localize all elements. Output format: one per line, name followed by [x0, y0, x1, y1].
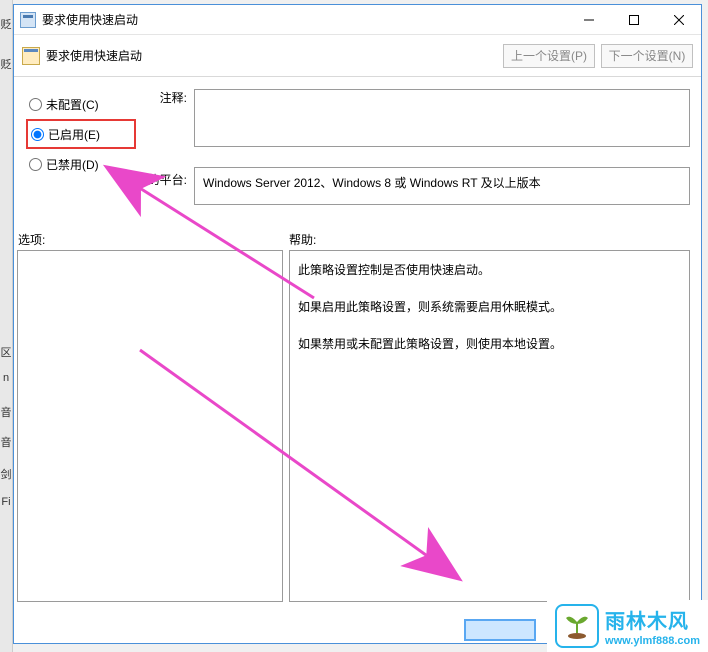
radio-not-configured[interactable]: 未配置(C) — [26, 89, 136, 119]
maximize-button[interactable] — [611, 5, 656, 34]
help-line: 此策略设置控制是否使用快速启动。 — [298, 261, 681, 280]
radio-enabled-input[interactable] — [31, 128, 44, 141]
radio-disabled[interactable]: 已禁用(D) — [26, 149, 136, 179]
platform-textbox: Windows Server 2012、Windows 8 或 Windows … — [194, 167, 690, 205]
help-line: 如果禁用或未配置此策略设置，则使用本地设置。 — [298, 335, 681, 354]
help-label: 帮助: — [289, 231, 316, 248]
dialog-window: 要求使用快速启动 要求使用快速启动 上一个设置(P) 下一个设置(N) 未配置(… — [13, 4, 702, 644]
radio-label: 已启用(E) — [48, 126, 100, 143]
radio-disabled-input[interactable] — [29, 158, 42, 171]
platform-label: 支持的平台: — [122, 171, 187, 188]
close-button[interactable] — [656, 5, 701, 34]
close-icon — [674, 15, 684, 25]
comment-label: 注释: — [122, 89, 187, 106]
minimize-icon — [584, 15, 594, 25]
logo-name: 雨林木风 — [605, 605, 700, 634]
logo-url: www.ylmf888.com — [605, 635, 700, 647]
radio-label: 已禁用(D) — [46, 156, 99, 173]
content-area: 未配置(C) 已启用(E) 已禁用(D) 注释: 支持的平台: Windows … — [14, 77, 701, 643]
background-strip: 贬 贬 区 n 音 音 剑 Fi — [0, 0, 13, 652]
comment-textbox[interactable] — [194, 89, 690, 147]
logo-text: 雨林木风 www.ylmf888.com — [605, 605, 700, 647]
previous-setting-button[interactable]: 上一个设置(P) — [503, 44, 595, 68]
logo-icon — [555, 604, 599, 648]
next-setting-button[interactable]: 下一个设置(N) — [601, 44, 693, 68]
window-title: 要求使用快速启动 — [42, 11, 566, 28]
ok-button[interactable] — [464, 619, 536, 641]
policy-icon — [22, 47, 40, 65]
window-controls — [566, 5, 701, 34]
titlebar: 要求使用快速启动 — [14, 5, 701, 35]
sprout-icon — [564, 612, 590, 640]
help-line: 如果启用此策略设置，则系统需要启用休眠模式。 — [298, 298, 681, 317]
window-icon — [20, 12, 36, 28]
minimize-button[interactable] — [566, 5, 611, 34]
radio-not-configured-input[interactable] — [29, 98, 42, 111]
options-panel — [17, 250, 283, 602]
toolbar-title: 要求使用快速启动 — [46, 47, 497, 64]
platform-text: Windows Server 2012、Windows 8 或 Windows … — [203, 176, 541, 190]
state-radio-group: 未配置(C) 已启用(E) 已禁用(D) — [26, 89, 136, 179]
radio-label: 未配置(C) — [46, 96, 99, 113]
watermark-logo: 雨林木风 www.ylmf888.com — [547, 600, 708, 652]
help-panel: 此策略设置控制是否使用快速启动。 如果启用此策略设置，则系统需要启用休眠模式。 … — [289, 250, 690, 602]
maximize-icon — [629, 15, 639, 25]
radio-enabled[interactable]: 已启用(E) — [26, 119, 136, 149]
toolbar: 要求使用快速启动 上一个设置(P) 下一个设置(N) — [14, 35, 701, 77]
options-label: 选项: — [18, 231, 45, 248]
